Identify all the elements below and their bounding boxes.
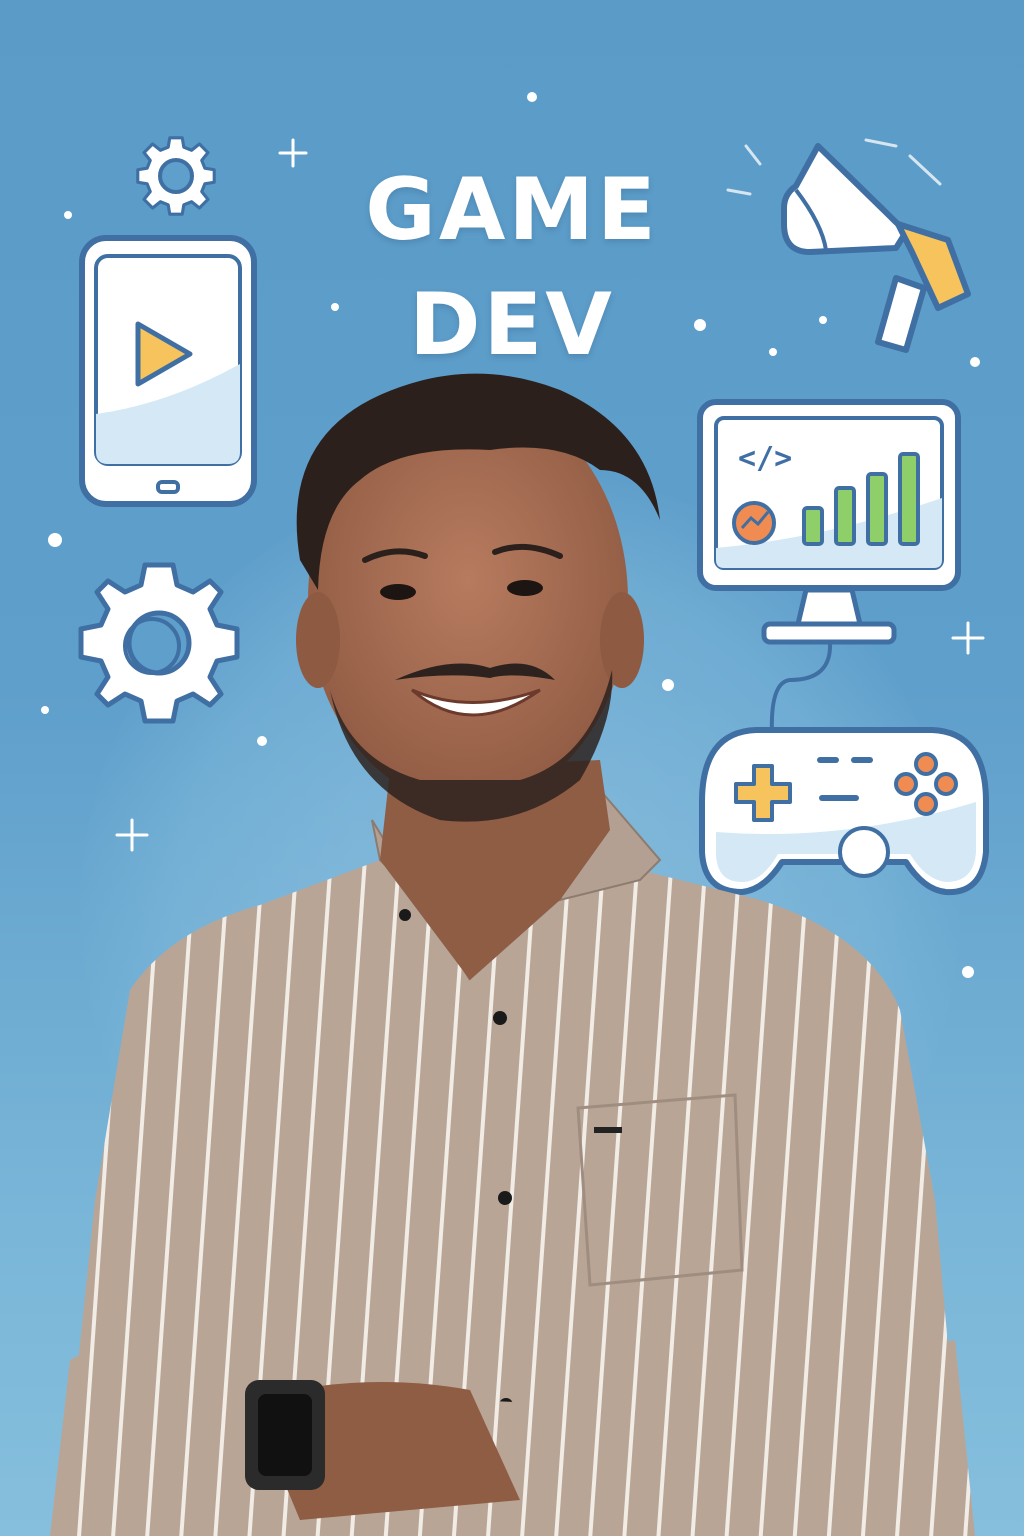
person-photo: [50, 373, 975, 1536]
poster: GAME DEV </>: [0, 0, 1024, 1536]
